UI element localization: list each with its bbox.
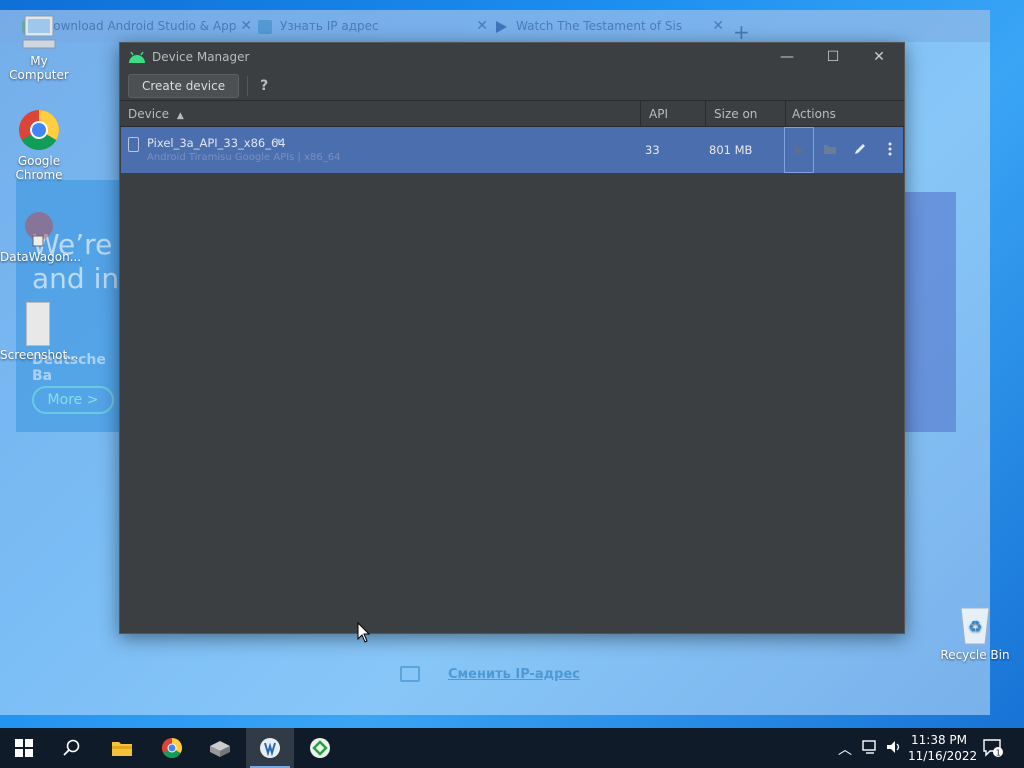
launch-emulator-button[interactable]: [784, 127, 814, 173]
folder-icon: [112, 742, 132, 756]
close-icon[interactable]: ✕: [856, 43, 902, 71]
app-box-icon: [210, 741, 230, 757]
mouse-cursor-icon: [357, 622, 371, 643]
sort-ascending-icon: ▲: [176, 111, 184, 121]
desktop-icon-label: DataWagon...: [0, 250, 82, 264]
device-api: 33: [645, 143, 660, 157]
toolbar-divider: [247, 75, 249, 96]
column-header-actions: Actions: [792, 107, 836, 121]
system-clock[interactable]: 11:38 PM 11/16/2022: [908, 732, 978, 764]
change-ip-link[interactable]: Сменить IP-адрес: [448, 667, 580, 682]
android-studio-taskbar-button[interactable]: [246, 728, 294, 768]
computer-icon: [19, 12, 59, 52]
play-icon: [494, 20, 508, 34]
column-header-device[interactable]: Device ▲: [120, 101, 641, 127]
browser-tab[interactable]: Узнать IP адрес ✕: [258, 16, 488, 40]
clock-time: 11:38 PM: [911, 733, 967, 747]
network-icon[interactable]: [862, 739, 880, 759]
ad-more-button[interactable]: More >: [32, 386, 114, 414]
taskbar: ︿ 11:38 PM 11/16/2022 1: [0, 728, 1024, 768]
desktop-icon-google-chrome[interactable]: Google Chrome: [0, 108, 78, 182]
volume-icon[interactable]: [886, 739, 904, 759]
advertisement-side-panel: [904, 192, 956, 432]
file-icon: [26, 302, 50, 346]
maximize-icon[interactable]: ☐: [810, 43, 856, 71]
desktop-icon-label: Screenshot...: [0, 348, 79, 362]
close-tab-icon[interactable]: ✕: [712, 16, 724, 36]
device-subtitle: Android Tiramisu Google APIs | x86_64: [147, 152, 341, 163]
create-device-button[interactable]: Create device: [128, 73, 240, 98]
desktop-icon-datawagon[interactable]: DataWagon...: [0, 208, 82, 264]
search-icon: [63, 739, 80, 756]
more-actions-button[interactable]: [875, 127, 905, 173]
help-icon[interactable]: ?: [260, 78, 268, 94]
device-manager-window: Device Manager — ☐ ✕ Create device ? Dev…: [119, 42, 905, 634]
desktop-icon-my-computer[interactable]: My Computer: [0, 12, 78, 82]
notification-count-badge: 1: [996, 749, 1001, 758]
search-button[interactable]: [48, 728, 96, 768]
close-tab-icon[interactable]: ✕: [476, 16, 488, 36]
desktop-icon-label: My Computer: [9, 54, 69, 82]
play-icon: [795, 144, 804, 156]
svg-text:♻: ♻: [968, 617, 982, 636]
column-header-label: Device: [128, 107, 170, 121]
vpn-app-taskbar-button[interactable]: [296, 728, 344, 768]
desktop-icon-recycle-bin[interactable]: ♻ Recycle Bin: [936, 602, 1014, 662]
windows-logo-icon: [15, 739, 33, 757]
close-tab-icon[interactable]: ✕: [240, 16, 252, 36]
browser-tab-strip: Download Android Studio & App ✕ Узнать I…: [0, 10, 990, 44]
file-explorer-button[interactable]: [98, 728, 146, 768]
datawagon-icon: [19, 208, 59, 248]
device-table-header: Device ▲ API Size on Disk Actions: [120, 101, 904, 147]
browser-tab-label: Watch The Testament of Sis: [516, 19, 683, 33]
phone-icon: [128, 137, 139, 152]
clock-date: 11/16/2022: [908, 749, 978, 763]
desktop-icon-label: Google Chrome: [15, 154, 63, 182]
recycle-bin-icon: ♻: [955, 602, 995, 646]
chrome-icon: [162, 738, 182, 758]
window-titlebar[interactable]: Device Manager — ☐ ✕: [120, 43, 904, 71]
device-name: Pixel_3a_API_33_x86_64: [147, 136, 286, 150]
device-row[interactable]: Pixel_3a_API_33_x86_64 Android Tiramisu …: [121, 127, 903, 173]
edit-device-button[interactable]: [845, 127, 875, 173]
desktop-icon-screenshot[interactable]: Screenshot...: [0, 302, 79, 362]
status-dot-icon: [276, 139, 281, 144]
chrome-taskbar-button[interactable]: [148, 728, 196, 768]
chrome-icon: [17, 108, 61, 152]
window-title: Device Manager: [152, 50, 250, 64]
android-icon: [128, 50, 146, 64]
ip-site-icon: [258, 19, 272, 34]
device-size: 801 MB: [709, 143, 753, 157]
vpn-app-icon: [310, 738, 330, 758]
column-header-api[interactable]: API: [641, 101, 706, 127]
open-folder-button[interactable]: [815, 127, 845, 173]
notifications-icon[interactable]: 1: [982, 738, 1004, 762]
column-header-size[interactable]: Size on Disk: [706, 101, 786, 147]
show-hidden-icons-chevron-icon[interactable]: ︿: [838, 739, 852, 759]
desktop-icon-label: Recycle Bin: [940, 648, 1010, 662]
folder-icon: [824, 145, 836, 154]
change-ip-icon: [400, 666, 420, 682]
device-manager-toolbar: Create device ?: [120, 71, 904, 101]
more-vertical-icon: [888, 142, 892, 156]
new-tab-button[interactable]: +: [733, 20, 750, 44]
browser-tab[interactable]: Watch The Testament of Sis ✕: [494, 16, 724, 40]
browser-tab-label: Узнать IP адрес: [280, 19, 379, 33]
app-taskbar-button[interactable]: [196, 728, 244, 768]
android-studio-icon: [260, 738, 280, 758]
minimize-icon[interactable]: —: [764, 43, 810, 71]
pencil-icon: [855, 144, 865, 154]
start-button[interactable]: [0, 728, 48, 768]
